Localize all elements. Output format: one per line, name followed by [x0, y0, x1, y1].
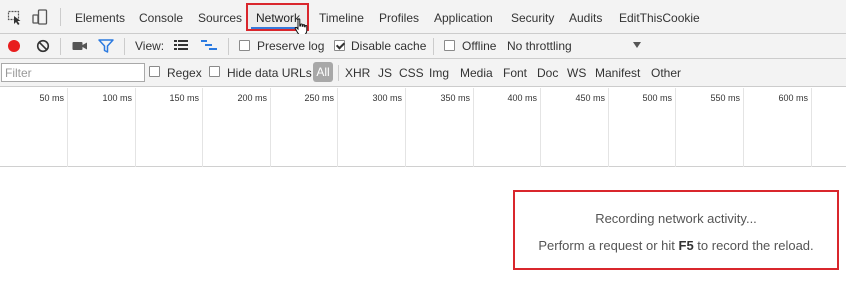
timeline-tick-label: 50 ms — [39, 93, 64, 103]
timeline-gridline — [67, 88, 68, 167]
timeline-gridline — [270, 88, 271, 167]
timeline-gridline — [202, 88, 203, 167]
timeline-tick-label: 550 ms — [710, 93, 740, 103]
screenshot-camera-icon[interactable] — [72, 40, 88, 52]
tab-bar-separator — [60, 8, 61, 26]
large-rows-icon[interactable] — [174, 39, 188, 51]
filter-type-all[interactable]: All — [313, 62, 333, 82]
toolbar-separator — [60, 38, 61, 55]
filter-bar: Regex Hide data URLs All XHR JS CSS Img … — [0, 59, 846, 87]
offline-label[interactable]: Offline — [462, 39, 496, 53]
filter-type-media[interactable]: Media — [460, 66, 493, 80]
filter-type-other[interactable]: Other — [651, 66, 681, 80]
disable-cache-checkbox[interactable] — [334, 40, 345, 51]
regex-checkbox[interactable] — [149, 66, 160, 77]
toolbar-separator — [433, 38, 434, 55]
hide-data-urls-checkbox[interactable] — [209, 66, 220, 77]
filter-type-font[interactable]: Font — [503, 66, 527, 80]
regex-label[interactable]: Regex — [167, 66, 202, 80]
timeline-gridline — [675, 88, 676, 167]
toolbar-separator — [124, 38, 125, 55]
timeline-gridline — [473, 88, 474, 167]
timeline-tick-label: 450 ms — [575, 93, 605, 103]
tab-application[interactable]: Application — [434, 11, 493, 25]
timeline-tick-label: 600 ms — [778, 93, 808, 103]
timeline-gridline — [608, 88, 609, 167]
disable-cache-label[interactable]: Disable cache — [351, 39, 426, 53]
timeline-tick-label: 150 ms — [169, 93, 199, 103]
inspect-element-icon[interactable] — [7, 10, 23, 25]
device-mode-icon[interactable] — [32, 9, 48, 25]
hide-data-urls-label[interactable]: Hide data URLs — [227, 66, 312, 80]
toolbar-separator — [228, 38, 229, 55]
preserve-log-label[interactable]: Preserve log — [257, 39, 324, 53]
recording-status-text: Recording network activity... — [595, 211, 757, 226]
filter-type-manifest[interactable]: Manifest — [595, 66, 640, 80]
filter-type-ws[interactable]: WS — [567, 66, 586, 80]
tab-audits[interactable]: Audits — [569, 11, 602, 25]
timeline-tick-label: 250 ms — [304, 93, 334, 103]
timeline-gridline — [135, 88, 136, 167]
filter-type-xhr[interactable]: XHR — [345, 66, 370, 80]
timeline-gridline — [743, 88, 744, 167]
timeline-tick-label: 100 ms — [102, 93, 132, 103]
tab-security[interactable]: Security — [511, 11, 554, 25]
timeline-overview[interactable]: 50 ms 100 ms 150 ms 200 ms 250 ms 300 ms 350 m… — [0, 88, 846, 167]
waterfall-overview-icon[interactable] — [201, 39, 217, 51]
tab-timeline[interactable]: Timeline — [319, 11, 364, 25]
timeline-tick-label: 500 ms — [642, 93, 672, 103]
tab-elements[interactable]: Elements — [75, 11, 125, 25]
timeline-tick-label: 350 ms — [440, 93, 470, 103]
filter-separator — [338, 65, 339, 81]
reload-hint-text: Perform a request or hit F5 to record th… — [515, 238, 837, 253]
timeline-gridline — [405, 88, 406, 167]
offline-checkbox[interactable] — [444, 40, 455, 51]
timeline-tick-label: 400 ms — [507, 93, 537, 103]
timeline-tick-label: 300 ms — [372, 93, 402, 103]
filter-input[interactable] — [1, 63, 145, 82]
view-label: View: — [135, 39, 165, 53]
empty-state-panel: Recording network activity... Perform a … — [513, 190, 839, 270]
tab-profiles[interactable]: Profiles — [379, 11, 419, 25]
filter-type-css[interactable]: CSS — [399, 66, 424, 80]
reload-hint-key: F5 — [678, 238, 694, 253]
timeline-tick-label: 200 ms — [237, 93, 267, 103]
reload-hint-prefix: Perform a request or hit — [538, 238, 679, 253]
tab-sources[interactable]: Sources — [198, 11, 242, 25]
filter-type-doc[interactable]: Doc — [537, 66, 558, 80]
tab-console[interactable]: Console — [139, 11, 183, 25]
filter-type-img[interactable]: Img — [429, 66, 449, 80]
clear-icon[interactable] — [36, 39, 50, 53]
reload-hint-suffix: to record the reload. — [693, 238, 814, 253]
record-icon[interactable] — [7, 39, 21, 53]
tab-editthiscookie[interactable]: EditThisCookie — [619, 11, 700, 25]
timeline-gridline — [811, 88, 812, 167]
filter-type-js[interactable]: JS — [378, 66, 392, 80]
filter-icon[interactable] — [98, 39, 114, 53]
timeline-gridline — [540, 88, 541, 167]
chevron-down-icon[interactable] — [633, 42, 641, 48]
network-toolbar: View: Preserve log Disable cache Offline… — [0, 34, 846, 59]
devtools-tab-bar: Elements Console Sources Network Timelin… — [0, 0, 846, 34]
throttling-select[interactable]: No throttling — [507, 39, 572, 53]
preserve-log-checkbox[interactable] — [239, 40, 250, 51]
timeline-gridline — [337, 88, 338, 167]
